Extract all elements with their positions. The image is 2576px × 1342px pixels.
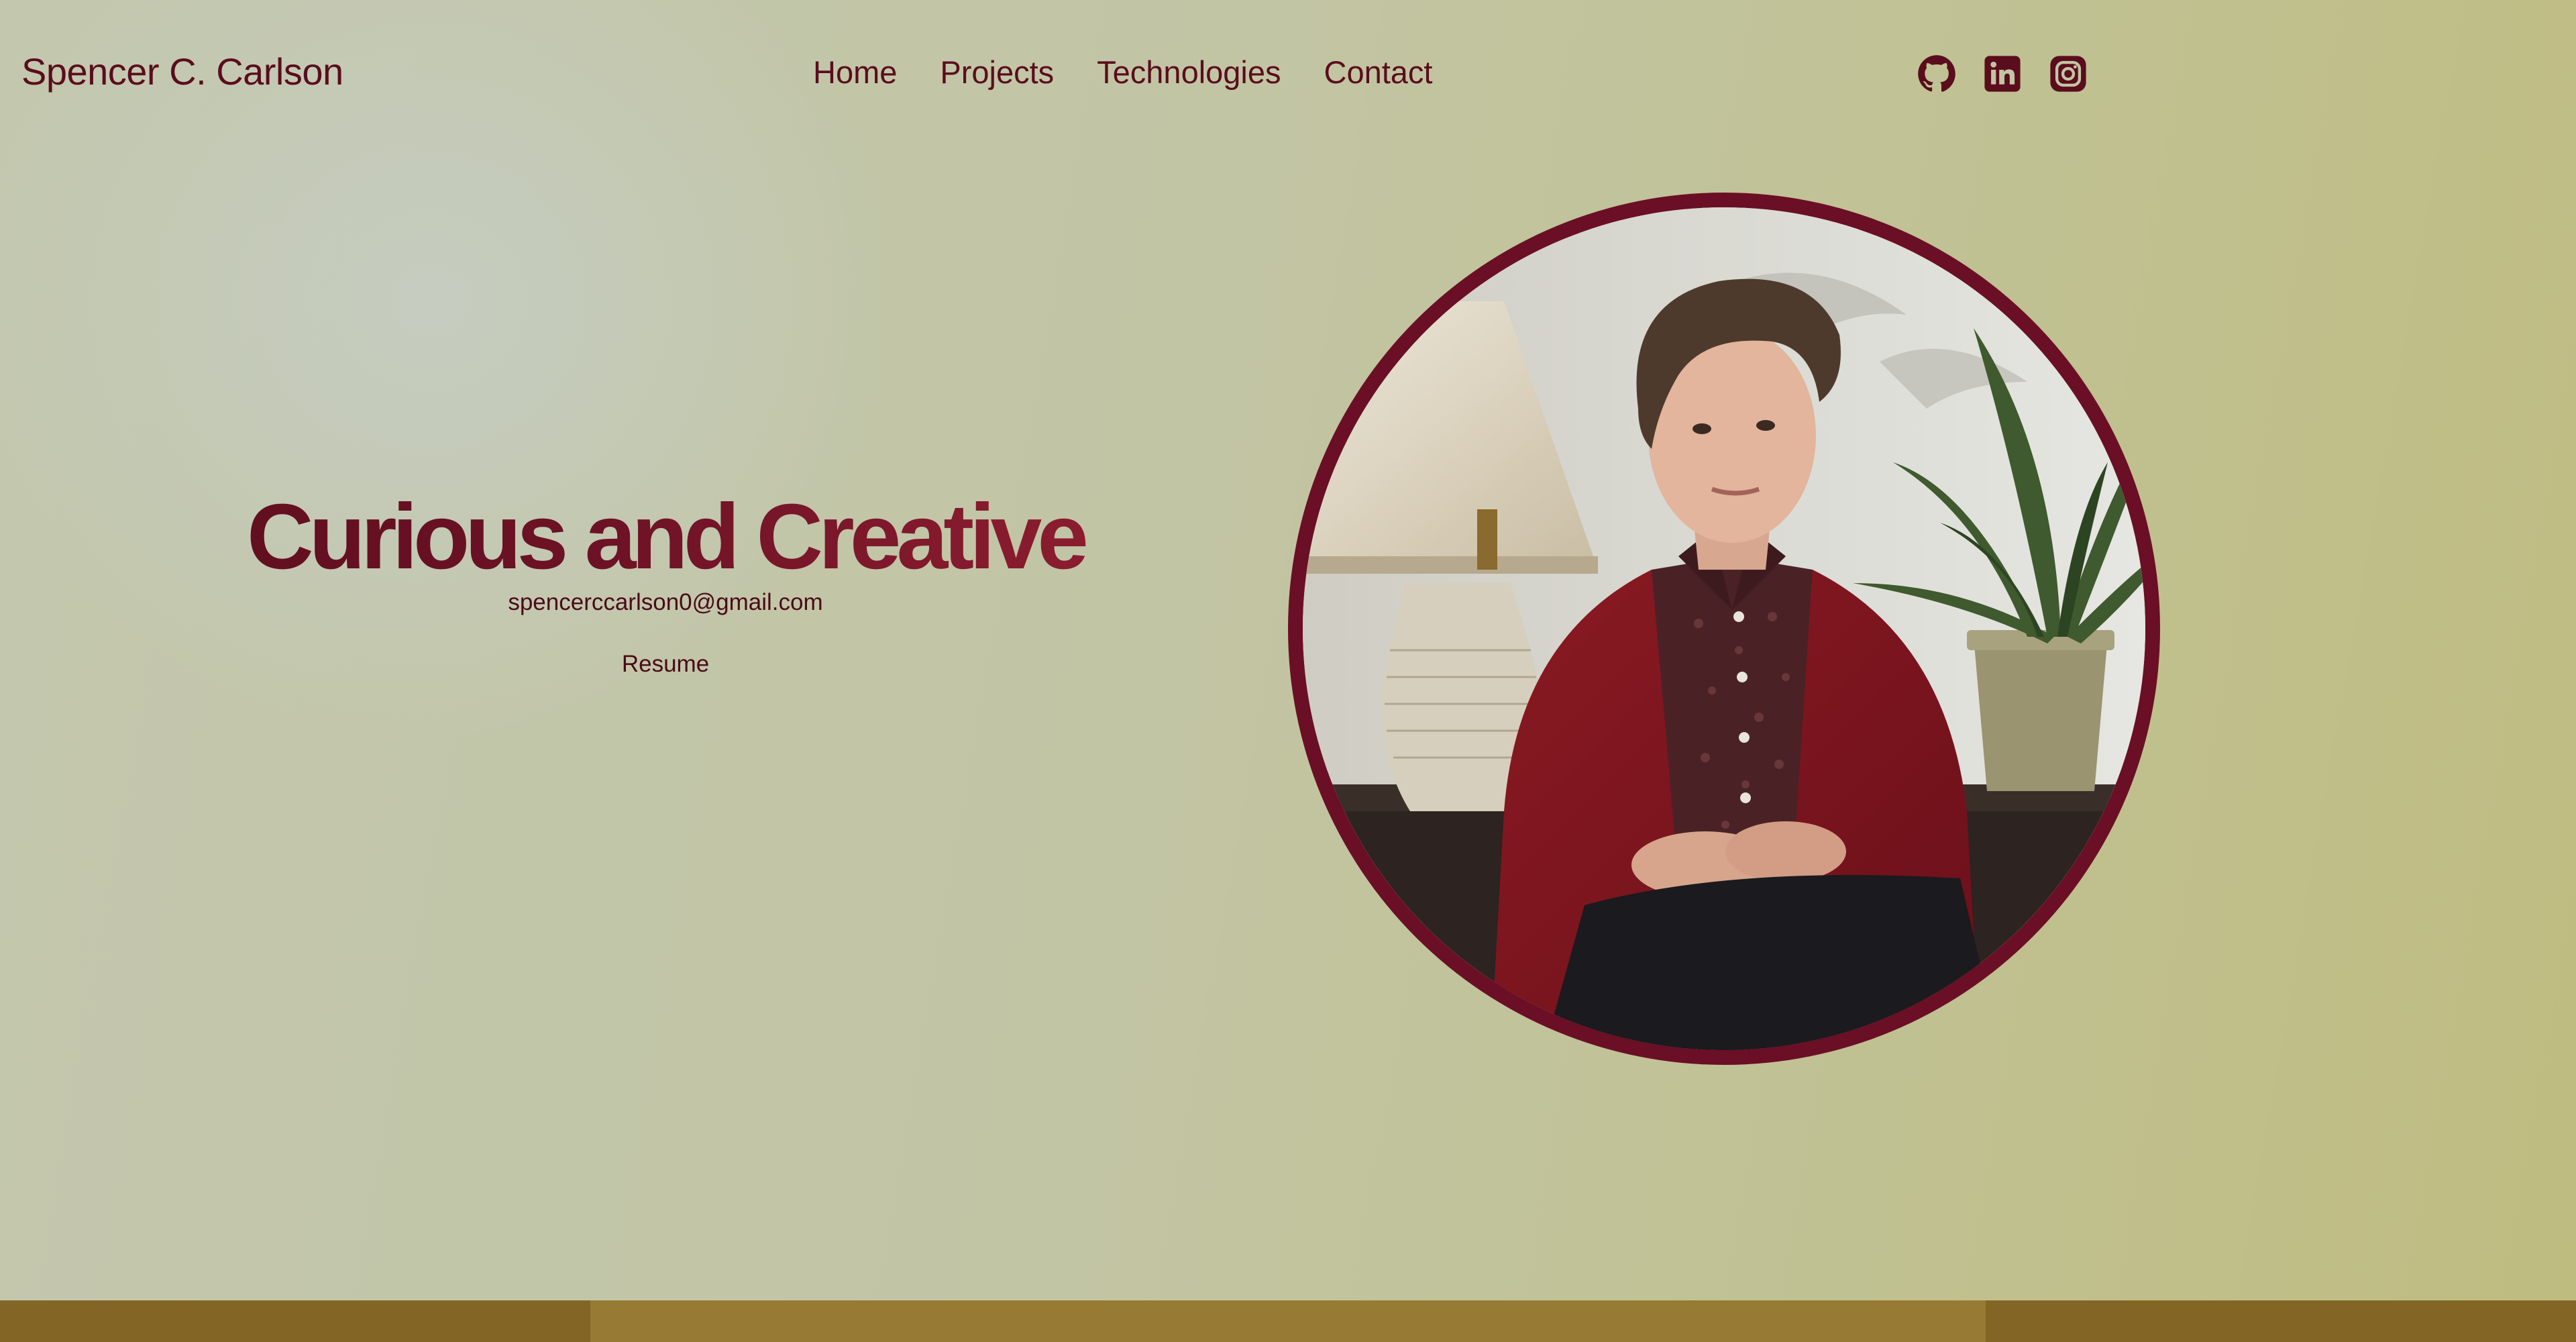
nav-contact[interactable]: Contact	[1324, 54, 1433, 91]
hero-title: Curious and Creative	[0, 483, 1331, 590]
nav-technologies[interactable]: Technologies	[1097, 54, 1281, 91]
bottom-band	[0, 1300, 2576, 1342]
site-header: Spencer C. Carlson Home Projects Technol…	[0, 0, 2576, 154]
portrait-frame	[1288, 193, 2160, 1065]
bottom-band-center	[590, 1300, 1986, 1342]
contact-email[interactable]: spencerccarlson0@gmail.com	[0, 589, 1331, 616]
linkedin-icon[interactable]	[1983, 54, 2022, 93]
nav-projects[interactable]: Projects	[940, 54, 1054, 91]
instagram-icon[interactable]	[2049, 54, 2088, 93]
resume-link-wrapper: Resume	[0, 651, 1331, 678]
main-nav: Home Projects Technologies Contact	[813, 54, 1433, 91]
social-links	[1917, 54, 2088, 93]
resume-link[interactable]: Resume	[622, 651, 709, 677]
profile-photo	[1303, 207, 2145, 1050]
github-icon[interactable]	[1917, 54, 1956, 93]
hero-title-text: Curious and Creative	[246, 485, 1085, 588]
site-brand[interactable]: Spencer C. Carlson	[21, 50, 343, 93]
nav-home[interactable]: Home	[813, 54, 897, 91]
